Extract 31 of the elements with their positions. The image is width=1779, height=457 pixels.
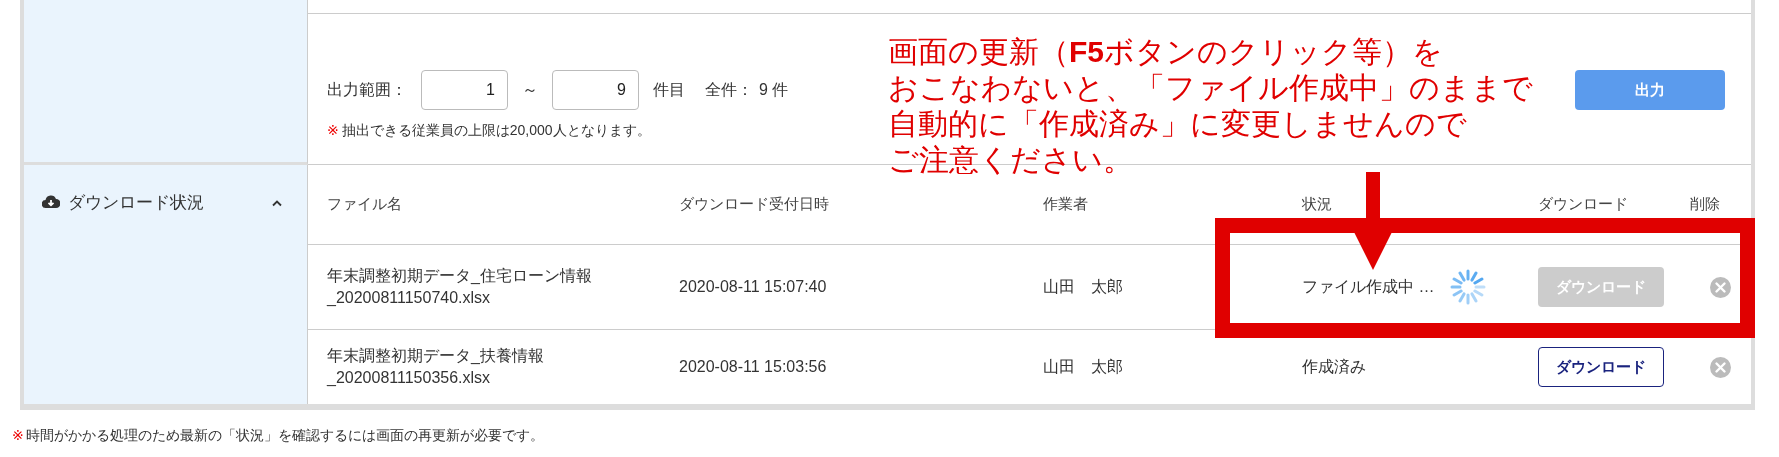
worker-cell-text: 山田 太郎 [1042, 356, 1124, 377]
range-unit: 件目 [653, 79, 685, 100]
range-label: 出力範囲： [327, 79, 407, 100]
annotation-text: 画面の更新（F5ボタンのクリック等）を [888, 34, 1444, 70]
status-text: ファイル作成中 … [1302, 276, 1435, 297]
status-text: 作成済み [1302, 356, 1366, 377]
file-name-cell-text: 年末調整初期データ_扶養情報 _20200811150356.xlsx [325, 346, 545, 388]
date-cell: 2020-08-11 15:07:40 [660, 245, 1024, 330]
chevron-icon[interactable] [271, 199, 283, 207]
column-header: ダウンロード [1519, 165, 1671, 245]
total-label: 全件： [705, 79, 753, 100]
range-separator: ～ [522, 79, 538, 100]
limit-note: 抽出できる従業員の上限は20,000人となります。 [341, 122, 651, 138]
note-mark: ※ [327, 122, 339, 138]
cloud-download-icon [42, 194, 60, 210]
download-button[interactable]: ダウンロード [1538, 347, 1664, 387]
column-header: 削除 [1671, 165, 1751, 245]
footnote-mark: ※ [12, 427, 24, 443]
footnote-text: 時間がかかる処理のため最新の「状況」を確認するには画面の再更新が必要です。 [25, 427, 544, 443]
delete-icon[interactable] [1710, 276, 1731, 298]
range-from-field[interactable]: 1 [421, 70, 508, 110]
total-count: 9 件 [759, 79, 789, 100]
annotation-text: 自動的に「作成済み」に変更しませんので [888, 106, 1468, 142]
delete-icon[interactable] [1710, 356, 1731, 378]
worker-cell: 山田 太郎 [1024, 245, 1283, 330]
annotation-text: おこなわないと、「ファイル作成中」のままで [888, 70, 1533, 106]
date-cell-text: 2020-08-11 15:03:56 [678, 357, 828, 377]
range-to-field[interactable]: 9 [552, 70, 639, 110]
file-name-cell: 年末調整初期データ_住宅ローン情報 _20200811150740.xlsx [308, 245, 660, 330]
section-title: ダウンロード状況 [68, 192, 204, 214]
column-header: ファイル名 [308, 165, 660, 245]
